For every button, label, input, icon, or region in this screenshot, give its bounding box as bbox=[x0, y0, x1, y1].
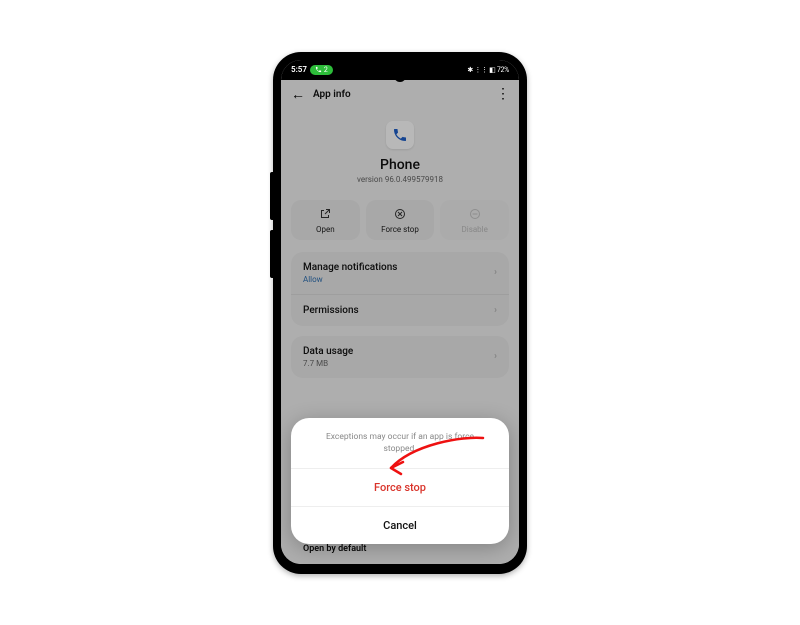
status-icons: ✱ ⋮⋮ ◧ 72% bbox=[467, 66, 509, 74]
status-right-text: ✱ ⋮⋮ ◧ 72% bbox=[467, 66, 509, 74]
manage-notifications-sub: Allow bbox=[303, 275, 397, 284]
permissions-title: Permissions bbox=[303, 305, 359, 316]
data-usage-row[interactable]: Data usage 7.7 MB › bbox=[291, 336, 509, 378]
data-usage-title: Data usage bbox=[303, 346, 353, 357]
call-pill: 2 bbox=[310, 65, 333, 75]
manage-notifications-row[interactable]: Manage notifications Allow › bbox=[291, 252, 509, 295]
call-pill-text: 2 bbox=[324, 66, 328, 74]
phone-frame: 5:57 2 ✱ ⋮⋮ ◧ 72% ← App info ⋮ bbox=[273, 52, 527, 574]
open-icon bbox=[319, 208, 331, 222]
volume-down-button bbox=[270, 230, 273, 278]
force-stop-icon bbox=[394, 208, 406, 222]
back-icon[interactable]: ← bbox=[291, 86, 305, 103]
app-version: version 96.0.499579918 bbox=[357, 175, 443, 184]
app-icon bbox=[386, 121, 414, 149]
dialog-confirm-button[interactable]: Force stop bbox=[291, 468, 509, 506]
permissions-row[interactable]: Permissions › bbox=[291, 295, 509, 326]
settings-card-2: Data usage 7.7 MB › bbox=[291, 336, 509, 378]
chevron-right-icon: › bbox=[494, 351, 497, 362]
front-camera bbox=[394, 70, 406, 82]
disable-label: Disable bbox=[462, 225, 488, 234]
app-name: Phone bbox=[380, 157, 420, 173]
chevron-right-icon: › bbox=[494, 305, 497, 316]
open-button[interactable]: Open bbox=[291, 200, 360, 240]
page-title: App info bbox=[313, 89, 351, 100]
force-stop-button[interactable]: Force stop bbox=[366, 200, 435, 240]
volume-up-button bbox=[270, 172, 273, 220]
manage-notifications-title: Manage notifications bbox=[303, 262, 397, 273]
clock: 5:57 bbox=[291, 65, 307, 74]
disable-button: Disable bbox=[440, 200, 509, 240]
dialog-cancel-button[interactable]: Cancel bbox=[291, 506, 509, 544]
more-icon[interactable]: ⋮ bbox=[496, 86, 509, 102]
force-stop-label: Force stop bbox=[381, 225, 419, 234]
open-by-default-title: Open by default bbox=[303, 544, 366, 554]
settings-card-1: Manage notifications Allow › Permissions… bbox=[291, 252, 509, 326]
disable-icon bbox=[469, 208, 481, 222]
header: ← App info ⋮ bbox=[281, 80, 519, 107]
open-by-default-peek: Open by default bbox=[291, 542, 509, 558]
screen: 5:57 2 ✱ ⋮⋮ ◧ 72% ← App info ⋮ bbox=[281, 60, 519, 564]
chevron-right-icon: › bbox=[494, 267, 497, 278]
force-stop-dialog: Exceptions may occur if an app is force … bbox=[291, 418, 509, 544]
dialog-message: Exceptions may occur if an app is force … bbox=[291, 418, 509, 468]
app-summary: Phone version 96.0.499579918 bbox=[281, 107, 519, 190]
data-usage-sub: 7.7 MB bbox=[303, 359, 353, 368]
phone-icon bbox=[315, 66, 322, 73]
open-label: Open bbox=[316, 225, 335, 234]
action-row: Open Force stop Disable bbox=[281, 190, 519, 252]
phone-app-icon bbox=[392, 127, 408, 143]
